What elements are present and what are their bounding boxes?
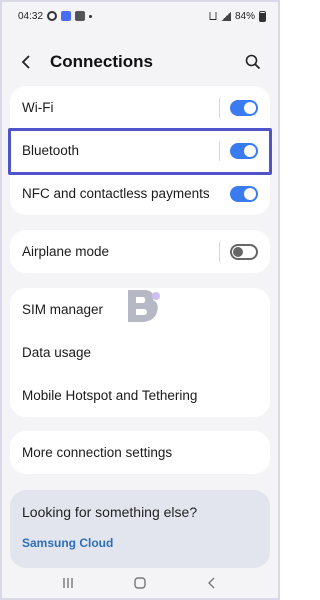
toggle-knob xyxy=(244,187,256,200)
nfc-label: NFC and contactless payments xyxy=(22,186,210,201)
nfc-toggle[interactable] xyxy=(230,185,258,202)
samsung-cloud-link[interactable]: Samsung Cloud xyxy=(22,536,258,550)
app-header: Connections xyxy=(2,40,278,84)
notification-dot xyxy=(89,14,93,18)
page-title: Connections xyxy=(50,52,153,71)
phone-screen: 04:32 ⨆ 84% Connections Wi-Fi Bluetooth … xyxy=(0,0,280,600)
toggle-knob xyxy=(244,101,256,114)
data-usage-row[interactable]: Data usage xyxy=(10,331,270,374)
divider xyxy=(219,140,220,161)
connectivity-card: Wi-Fi Bluetooth NFC and contactless paym… xyxy=(10,86,270,215)
suggestion-title: Looking for something else? xyxy=(22,504,198,520)
gallery-icon xyxy=(61,11,72,21)
home-icon[interactable] xyxy=(129,572,151,594)
bluetooth-toggle[interactable] xyxy=(230,142,258,159)
navigation-bar xyxy=(2,568,278,598)
status-time: 04:32 xyxy=(18,10,44,22)
search-icon[interactable] xyxy=(242,51,264,73)
airplane-mode-toggle[interactable] xyxy=(230,243,258,260)
wifi-row[interactable]: Wi-Fi xyxy=(10,86,270,129)
more-connection-settings-label: More connection settings xyxy=(22,445,173,460)
nfc-row[interactable]: NFC and contactless payments xyxy=(10,172,270,215)
calendar-icon xyxy=(75,11,86,21)
back-nav-icon[interactable] xyxy=(201,572,223,594)
status-right: ⨆ 84% xyxy=(208,10,266,22)
watermark-logo-icon xyxy=(128,290,160,322)
toggle-knob xyxy=(233,246,243,257)
data-usage-label: Data usage xyxy=(22,345,92,360)
wifi-icon: ⨆ xyxy=(208,10,217,22)
wifi-toggle[interactable] xyxy=(230,99,258,116)
hotspot-row[interactable]: Mobile Hotspot and Tethering xyxy=(10,374,270,417)
more-settings-card: More connection settings xyxy=(10,431,270,474)
divider xyxy=(219,97,220,118)
whatsapp-icon xyxy=(47,11,58,21)
more-connection-settings-row[interactable]: More connection settings xyxy=(10,431,270,474)
status-left: 04:32 xyxy=(18,10,93,22)
wifi-label: Wi-Fi xyxy=(22,100,54,115)
battery-percent: 84% xyxy=(234,10,255,22)
hotspot-label: Mobile Hotspot and Tethering xyxy=(22,388,198,403)
divider xyxy=(219,241,220,262)
suggestion-card: Looking for something else? Samsung Clou… xyxy=(10,490,270,568)
recents-icon[interactable] xyxy=(57,572,79,594)
bluetooth-row[interactable]: Bluetooth xyxy=(10,129,270,172)
signal-icon xyxy=(220,11,231,21)
battery-icon xyxy=(259,10,266,22)
toggle-knob xyxy=(244,144,256,157)
airplane-mode-row[interactable]: Airplane mode xyxy=(10,230,270,273)
back-arrow-icon[interactable] xyxy=(16,51,38,73)
airplane-card: Airplane mode xyxy=(10,230,270,273)
bluetooth-label: Bluetooth xyxy=(22,143,80,158)
airplane-mode-label: Airplane mode xyxy=(22,244,110,259)
status-bar: 04:32 ⨆ 84% xyxy=(2,2,278,30)
